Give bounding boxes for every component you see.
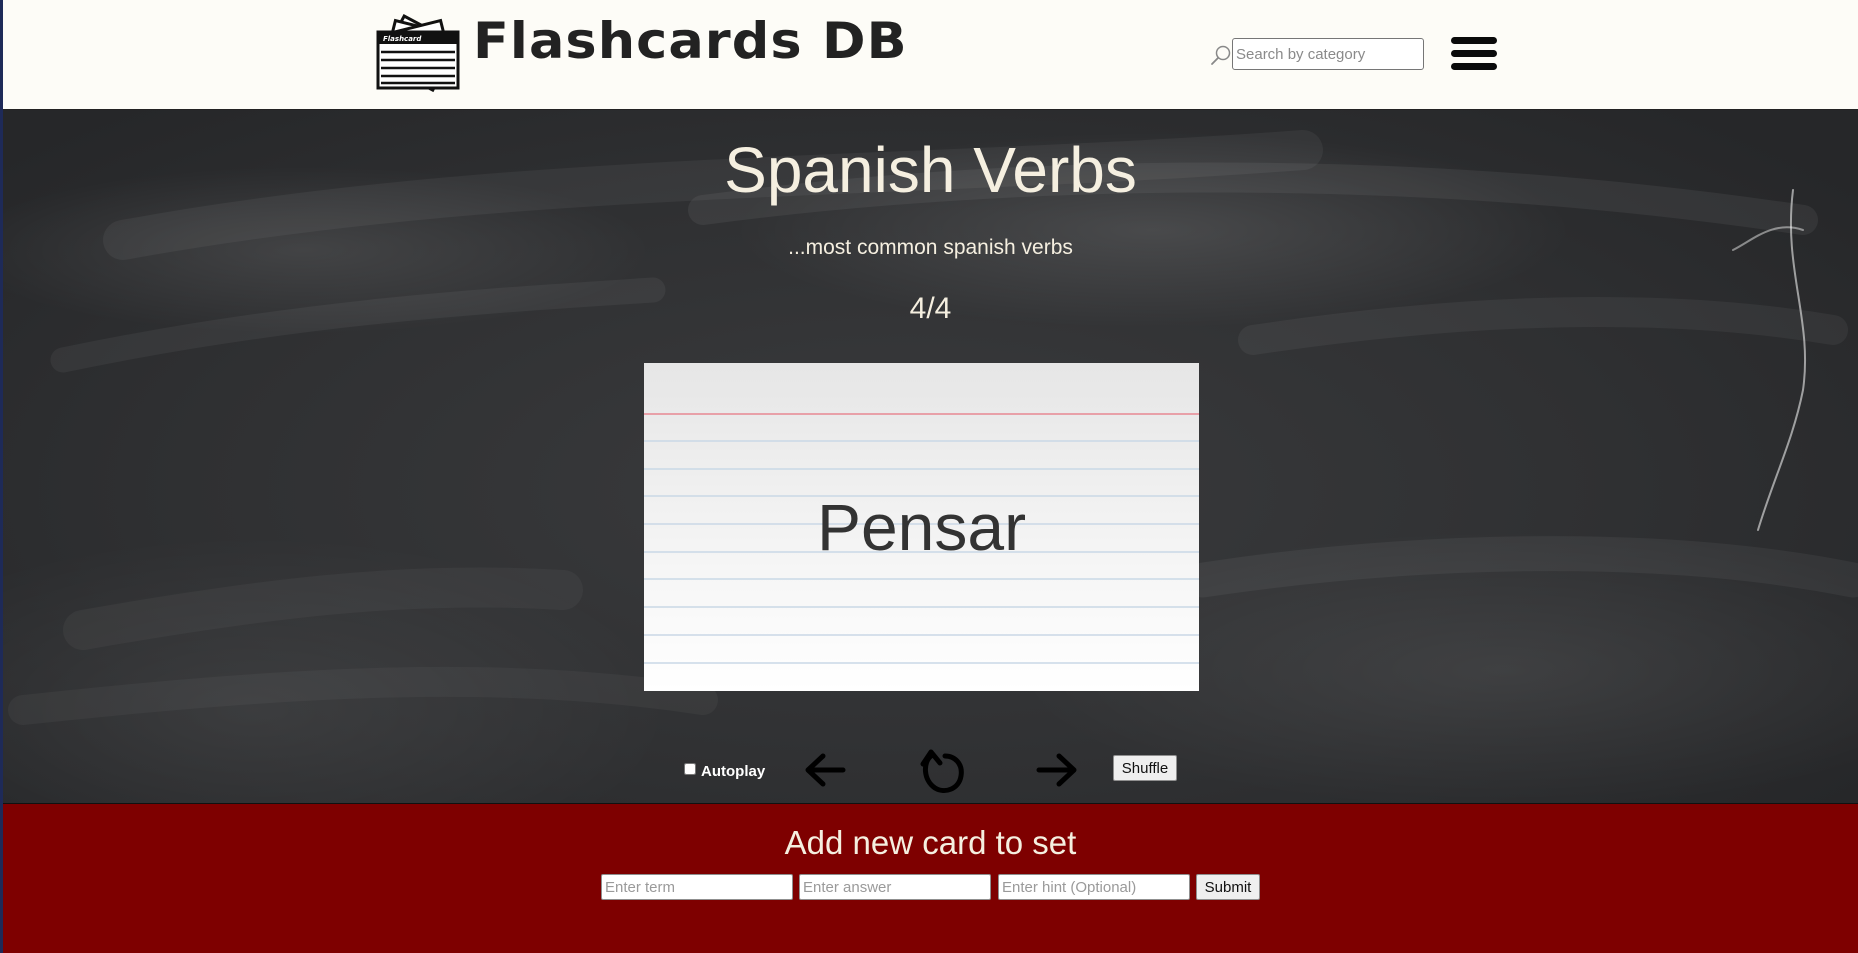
submit-button[interactable]: Submit — [1196, 874, 1260, 900]
hint-input[interactable] — [998, 874, 1190, 900]
card-term: Pensar — [816, 490, 1027, 564]
autoplay-checkbox[interactable] — [684, 763, 696, 775]
flip-card-icon[interactable] — [913, 742, 969, 798]
flashcards-logo[interactable]: Flashcard — [373, 10, 463, 98]
card-counter: 4/4 — [909, 292, 952, 325]
shuffle-button[interactable]: Shuffle — [1113, 755, 1177, 781]
flashcard[interactable]: Pensar — [644, 363, 1199, 691]
set-description: ...most common spanish verbs — [788, 236, 1073, 259]
previous-arrow-icon[interactable] — [803, 750, 847, 790]
brand-name[interactable]: Flashcards DB — [473, 12, 908, 70]
term-input[interactable] — [601, 874, 793, 900]
hamburger-menu-icon[interactable] — [1451, 35, 1497, 73]
search-icon — [1211, 45, 1231, 65]
page: Flashcard Flashcards DB Search by catego… — [3, 0, 1858, 953]
add-card-title: Add new card to set — [784, 824, 1077, 861]
set-title: Spanish Verbs — [724, 134, 1137, 206]
card-controls: Autoplay Shuffle — [3, 749, 1858, 810]
next-arrow-icon[interactable] — [1035, 750, 1079, 790]
category-search-input[interactable] — [1232, 38, 1424, 70]
logo-card-text: Flashcard — [383, 35, 422, 43]
answer-input[interactable] — [799, 874, 991, 900]
autoplay-label[interactable]: Autoplay — [701, 763, 765, 780]
flashcard-study-area: Spanish Verbs ...most common spanish ver… — [3, 110, 1858, 804]
site-header: Flashcard Flashcards DB — [3, 0, 1858, 110]
add-card-section: Add new card to set Submit — [3, 804, 1858, 953]
